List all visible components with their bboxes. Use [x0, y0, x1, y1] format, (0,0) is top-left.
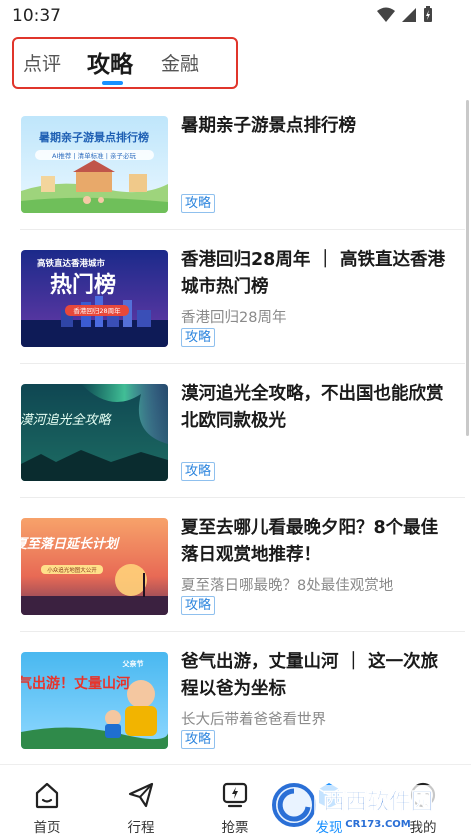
scrollbar[interactable] [466, 100, 469, 436]
article-subtitle: 长大后带着爸爸看世界 [181, 712, 326, 728]
article-thumbnail: 暑期亲子游景点排行榜 AI推荐 | 清单标准 | 亲子必玩 [21, 116, 168, 213]
nav-trips[interactable]: 行程 [94, 765, 188, 838]
article-thumbnail: 爸气出游！丈量山河 父亲节 [21, 652, 168, 749]
article-title[interactable]: 爸气出游，丈量山河 ｜ 这一次旅程以爸为坐标 [181, 649, 451, 703]
tab-finance[interactable]: 金融 [161, 49, 199, 76]
thumb-text: 漠河追光全攻略 [21, 412, 112, 428]
active-tab-indicator [102, 81, 123, 85]
watermark-text: 西西软件园 [323, 789, 433, 815]
watermark: 西西软件园 CR173.COM [268, 777, 448, 833]
category-tabs: 点评 攻略 金融 [12, 37, 238, 89]
watermark-sub: CR173.COM [345, 819, 411, 830]
thumb-text: 高铁直达香港城市 [37, 258, 106, 269]
thumb-text: 夏至落日延长计划 [21, 536, 120, 552]
thumb-text: 热门榜 [50, 272, 116, 298]
signal-icon [402, 7, 416, 22]
status-bar: 10:37 [0, 0, 471, 32]
thumb-text: 暑期亲子游景点排行榜 [39, 130, 149, 144]
article-title[interactable]: 香港回归28周年 ｜ 高铁直达香港城市热门榜 [181, 247, 451, 301]
thumb-text: 父亲节 [122, 659, 144, 668]
status-time: 10:37 [12, 6, 61, 26]
tab-reviews[interactable]: 点评 [23, 49, 61, 76]
article-list[interactable]: 暑期亲子游景点排行榜 AI推荐 | 清单标准 | 亲子必玩 暑期亲子游景点排行榜… [0, 96, 471, 764]
article-card[interactable]: 漠河追光全攻略 漠河追光全攻略，不出国也能欣赏北欧同款极光 攻略 [0, 364, 471, 498]
article-card[interactable]: 暑期亲子游景点排行榜 AI推荐 | 清单标准 | 亲子必玩 暑期亲子游景点排行榜… [0, 96, 471, 230]
article-thumbnail: 夏至落日延长计划 小众追光地图大公开 [21, 518, 168, 615]
article-title[interactable]: 夏至去哪儿看最晚夕阳？8个最佳落日观赏地推荐！ [181, 515, 451, 569]
thumb-text: 爸气出游！丈量山河 [21, 675, 130, 692]
thumb-text: 小众追光地图大公开 [47, 566, 97, 574]
home-icon [35, 782, 59, 809]
battery-icon [424, 6, 432, 22]
article-tag: 攻略 [181, 328, 216, 347]
article-tag: 攻略 [181, 596, 216, 615]
thumb-text: 香港回归28周年 [73, 306, 121, 315]
thumb-text: AI推荐 | 清单标准 | 亲子必玩 [52, 151, 137, 160]
article-subtitle: 香港回归28周年 [181, 310, 287, 326]
send-icon [128, 782, 154, 808]
article-tag: 攻略 [181, 462, 216, 481]
nav-home[interactable]: 首页 [0, 765, 94, 838]
article-card[interactable]: 高铁直达香港城市 热门榜 香港回归28周年 香港回归28周年 ｜ 高铁直达香港城… [0, 230, 471, 364]
article-title[interactable]: 暑期亲子游景点排行榜 [181, 113, 451, 140]
article-tag: 攻略 [181, 194, 216, 213]
article-subtitle: 夏至落日哪最晚？8处最佳观赏地 [181, 578, 394, 594]
ticket-icon [222, 782, 248, 808]
nav-home-label: 首页 [33, 820, 61, 836]
article-card[interactable]: 爸气出游！丈量山河 父亲节 爸气出游，丈量山河 ｜ 这一次旅程以爸为坐标 长大后… [0, 632, 471, 764]
article-thumbnail: 高铁直达香港城市 热门榜 香港回归28周年 [21, 250, 168, 347]
article-thumbnail: 漠河追光全攻略 [21, 384, 168, 481]
nav-trips-label: 行程 [127, 820, 155, 836]
article-title[interactable]: 漠河追光全攻略，不出国也能欣赏北欧同款极光 [181, 381, 451, 435]
status-icons [377, 6, 433, 23]
tab-guides[interactable]: 攻略 [87, 45, 133, 79]
article-card[interactable]: 夏至落日延长计划 小众追光地图大公开 夏至去哪儿看最晚夕阳？8个最佳落日观赏地推… [0, 498, 471, 632]
article-tag: 攻略 [181, 730, 216, 749]
wifi-icon [377, 7, 395, 22]
